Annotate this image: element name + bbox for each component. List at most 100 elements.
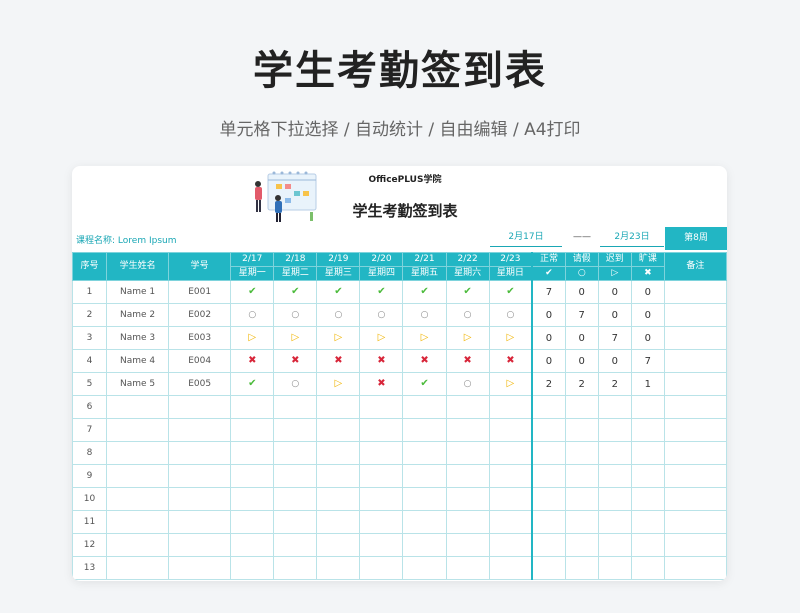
student-id-cell[interactable]: E005 — [168, 372, 232, 396]
attendance-cell[interactable] — [230, 556, 275, 580]
attendance-cell[interactable] — [445, 533, 490, 557]
attendance-cell[interactable]: ✔ — [230, 280, 275, 304]
student-id-cell[interactable] — [168, 395, 232, 419]
note-cell[interactable] — [663, 349, 727, 373]
attendance-cell[interactable]: ○ — [402, 303, 447, 327]
attendance-cell[interactable] — [445, 395, 490, 419]
student-name-cell[interactable] — [106, 418, 170, 442]
student-id-cell[interactable]: E003 — [168, 326, 232, 350]
attendance-cell[interactable] — [359, 556, 404, 580]
attendance-cell[interactable]: ✔ — [230, 372, 275, 396]
attendance-cell[interactable]: ✖ — [488, 349, 533, 373]
attendance-cell[interactable]: ✖ — [316, 349, 361, 373]
student-name-cell[interactable] — [106, 395, 170, 419]
attendance-cell[interactable] — [316, 441, 361, 465]
attendance-cell[interactable] — [230, 487, 275, 511]
attendance-cell[interactable]: ▷ — [359, 326, 404, 350]
student-id-cell[interactable]: E001 — [168, 280, 232, 304]
note-cell[interactable] — [663, 533, 727, 557]
attendance-cell[interactable] — [230, 418, 275, 442]
attendance-cell[interactable] — [488, 464, 533, 488]
attendance-cell[interactable]: ○ — [230, 303, 275, 327]
attendance-cell[interactable]: ▷ — [230, 326, 275, 350]
attendance-cell[interactable] — [445, 418, 490, 442]
attendance-cell[interactable]: ▷ — [402, 326, 447, 350]
attendance-cell[interactable] — [445, 556, 490, 580]
attendance-cell[interactable] — [316, 510, 361, 534]
attendance-cell[interactable] — [488, 441, 533, 465]
student-name-cell[interactable]: Name 3 — [106, 326, 170, 350]
course-name[interactable]: Lorem Ipsum — [118, 236, 177, 246]
attendance-cell[interactable]: ✔ — [273, 280, 318, 304]
attendance-cell[interactable] — [445, 510, 490, 534]
attendance-cell[interactable] — [488, 533, 533, 557]
attendance-cell[interactable] — [230, 533, 275, 557]
start-date[interactable]: 2月17日 — [490, 229, 562, 247]
attendance-cell[interactable] — [359, 418, 404, 442]
attendance-cell[interactable]: ▷ — [488, 372, 533, 396]
note-cell[interactable] — [663, 395, 727, 419]
attendance-cell[interactable]: ○ — [488, 303, 533, 327]
student-id-cell[interactable] — [168, 441, 232, 465]
attendance-cell[interactable]: ○ — [445, 303, 490, 327]
attendance-cell[interactable]: ▷ — [316, 372, 361, 396]
student-name-cell[interactable]: Name 2 — [106, 303, 170, 327]
attendance-cell[interactable]: ✖ — [445, 349, 490, 373]
attendance-cell[interactable]: ✖ — [402, 349, 447, 373]
attendance-cell[interactable]: ○ — [273, 303, 318, 327]
attendance-cell[interactable] — [488, 510, 533, 534]
attendance-cell[interactable] — [445, 464, 490, 488]
student-name-cell[interactable] — [106, 510, 170, 534]
student-name-cell[interactable] — [106, 487, 170, 511]
attendance-cell[interactable]: ▷ — [273, 326, 318, 350]
attendance-cell[interactable] — [273, 441, 318, 465]
student-name-cell[interactable] — [106, 533, 170, 557]
attendance-cell[interactable] — [488, 487, 533, 511]
student-name-cell[interactable] — [106, 556, 170, 580]
note-cell[interactable] — [663, 487, 727, 511]
attendance-cell[interactable] — [316, 533, 361, 557]
note-cell[interactable] — [663, 418, 727, 442]
student-name-cell[interactable] — [106, 464, 170, 488]
attendance-cell[interactable]: ✖ — [359, 349, 404, 373]
attendance-cell[interactable] — [359, 487, 404, 511]
attendance-cell[interactable] — [402, 510, 447, 534]
attendance-cell[interactable] — [316, 556, 361, 580]
note-cell[interactable] — [663, 441, 727, 465]
attendance-cell[interactable] — [488, 418, 533, 442]
attendance-cell[interactable] — [273, 556, 318, 580]
attendance-cell[interactable]: ✔ — [488, 280, 533, 304]
attendance-cell[interactable]: ○ — [273, 372, 318, 396]
attendance-cell[interactable]: ✔ — [402, 280, 447, 304]
attendance-cell[interactable] — [230, 464, 275, 488]
attendance-cell[interactable] — [230, 510, 275, 534]
attendance-cell[interactable] — [402, 395, 447, 419]
attendance-cell[interactable]: ▷ — [316, 326, 361, 350]
end-date[interactable]: 2月23日 — [600, 229, 664, 247]
student-name-cell[interactable]: Name 1 — [106, 280, 170, 304]
note-cell[interactable] — [663, 303, 727, 327]
attendance-cell[interactable] — [488, 395, 533, 419]
attendance-cell[interactable]: ✔ — [402, 372, 447, 396]
student-id-cell[interactable] — [168, 510, 232, 534]
attendance-cell[interactable] — [273, 533, 318, 557]
note-cell[interactable] — [663, 556, 727, 580]
attendance-cell[interactable]: ✔ — [316, 280, 361, 304]
attendance-cell[interactable]: ✖ — [359, 372, 404, 396]
attendance-cell[interactable]: ○ — [316, 303, 361, 327]
student-id-cell[interactable]: E002 — [168, 303, 232, 327]
attendance-cell[interactable]: ✔ — [359, 280, 404, 304]
student-id-cell[interactable]: E004 — [168, 349, 232, 373]
student-name-cell[interactable] — [106, 441, 170, 465]
attendance-cell[interactable] — [316, 418, 361, 442]
attendance-cell[interactable] — [230, 395, 275, 419]
attendance-cell[interactable] — [230, 441, 275, 465]
attendance-cell[interactable]: ✖ — [273, 349, 318, 373]
student-id-cell[interactable] — [168, 464, 232, 488]
attendance-cell[interactable] — [402, 464, 447, 488]
attendance-cell[interactable] — [359, 464, 404, 488]
student-id-cell[interactable] — [168, 533, 232, 557]
attendance-cell[interactable] — [359, 510, 404, 534]
attendance-cell[interactable] — [402, 556, 447, 580]
student-id-cell[interactable] — [168, 556, 232, 580]
